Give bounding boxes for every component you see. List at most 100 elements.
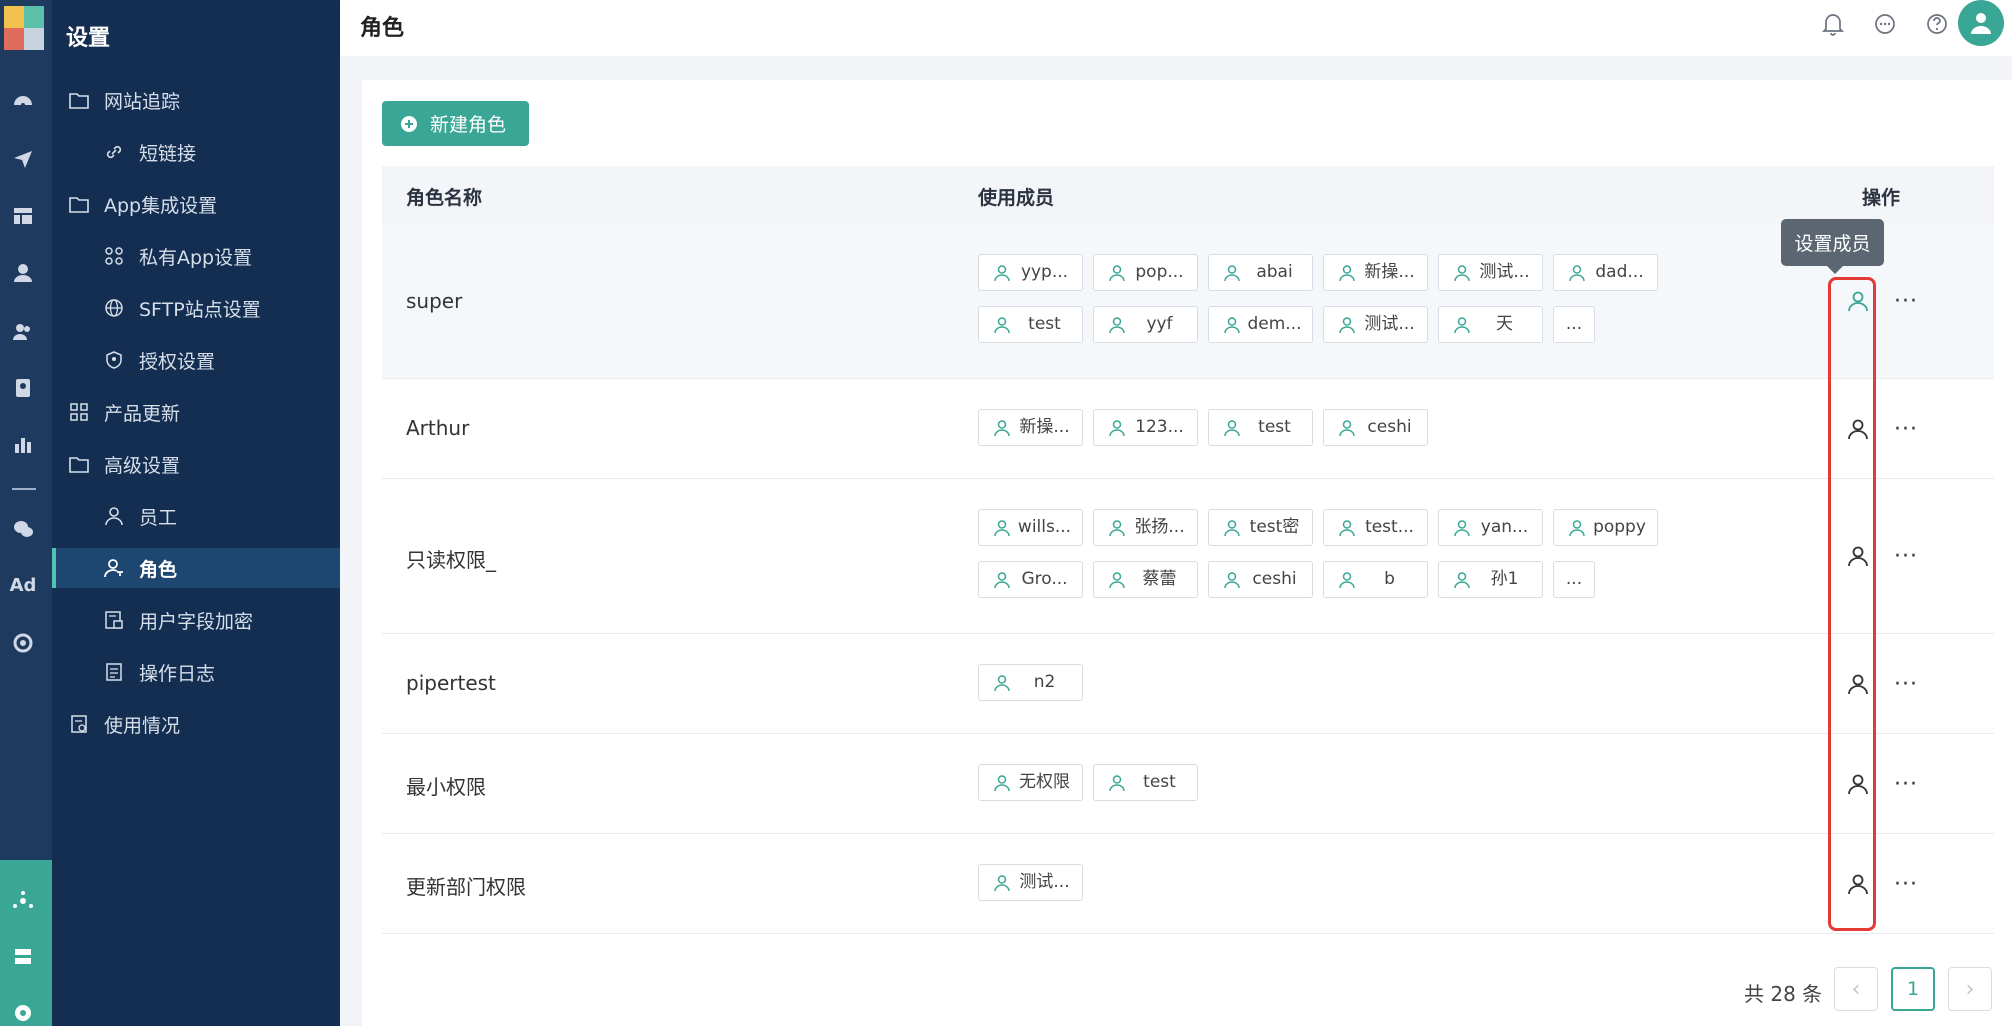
member-user-icon <box>1224 572 1240 589</box>
member-tag[interactable]: 新操... <box>978 409 1083 446</box>
member-user-icon <box>1454 572 1470 589</box>
member-tag[interactable]: n2 <box>978 664 1083 701</box>
badge-icon[interactable] <box>10 375 36 401</box>
member-tag[interactable]: 测试... <box>1323 306 1428 343</box>
avatar-user-icon <box>1971 13 1991 34</box>
more-actions-icon[interactable]: ··· <box>1892 870 1920 898</box>
more-actions-icon[interactable]: ··· <box>1892 770 1920 798</box>
member-tag[interactable]: test <box>978 306 1083 343</box>
more-actions-icon[interactable]: ··· <box>1892 670 1920 698</box>
message-icon[interactable] <box>1872 11 1898 37</box>
page-1-button[interactable]: 1 <box>1891 967 1935 1011</box>
member-name: 123... <box>1135 417 1184 437</box>
layout-icon[interactable] <box>10 203 36 229</box>
member-tag[interactable]: test <box>1093 764 1198 801</box>
member-name: pop... <box>1135 262 1184 282</box>
member-user-icon <box>994 265 1010 282</box>
sidebar-item-website-tracking[interactable]: 网站追踪 <box>52 80 356 120</box>
member-tag[interactable]: 天 <box>1438 306 1543 343</box>
member-tag[interactable]: ceshi <box>1208 561 1313 598</box>
member-tag[interactable]: yyf <box>1093 306 1198 343</box>
member-tag[interactable]: 123... <box>1093 409 1198 446</box>
role-name: 最小权限 <box>406 775 486 799</box>
member-tag[interactable]: test密 <box>1208 509 1313 546</box>
group-icon[interactable] <box>10 318 36 344</box>
bar-chart-icon[interactable] <box>10 432 36 458</box>
member-tag[interactable]: yyp... <box>978 254 1083 291</box>
help-icon[interactable] <box>1924 11 1950 37</box>
member-tag[interactable]: 测试... <box>978 864 1083 901</box>
wechat-icon[interactable] <box>10 516 36 542</box>
member-name: yyf <box>1146 314 1173 334</box>
member-tag[interactable]: 张扬... <box>1093 509 1198 546</box>
member-user-icon <box>1339 520 1355 537</box>
member-tag[interactable]: ceshi <box>1323 409 1428 446</box>
member-tag[interactable]: test <box>1208 409 1313 446</box>
role-name: pipertest <box>406 671 496 695</box>
member-user-icon <box>1224 265 1240 282</box>
member-user-icon <box>1109 420 1125 437</box>
member-tag[interactable]: pop... <box>1093 254 1198 291</box>
member-name: dad... <box>1595 262 1644 282</box>
member-name: ceshi <box>1367 417 1412 437</box>
member-user-icon <box>994 775 1010 792</box>
member-tag[interactable]: b <box>1323 561 1428 598</box>
app-logo-icon <box>4 6 44 50</box>
member-tag[interactable]: 无权限 <box>978 764 1083 801</box>
member-tag[interactable]: 孙1 <box>1438 561 1543 598</box>
member-user-icon <box>1109 520 1125 537</box>
member-tag[interactable]: 新操... <box>1323 254 1428 291</box>
sidebar-item-label: 使用情况 <box>104 714 181 737</box>
folder-icon <box>68 193 90 215</box>
sidebar-item-product-updates[interactable]: 产品更新 <box>52 392 356 432</box>
send-icon[interactable] <box>10 146 36 172</box>
member-name: yyp... <box>1020 262 1069 282</box>
person-icon[interactable] <box>10 260 36 286</box>
sidebar-item-label: 员工 <box>139 506 178 529</box>
more-members-tag[interactable]: ... <box>1553 561 1595 598</box>
member-user-icon <box>1109 572 1125 589</box>
more-members-tag[interactable]: ... <box>1553 306 1595 343</box>
member-user-icon <box>994 675 1010 692</box>
member-user-icon <box>1339 420 1355 437</box>
member-user-icon <box>1454 265 1470 282</box>
member-tag[interactable]: dem... <box>1208 306 1313 343</box>
member-tag[interactable]: poppy <box>1553 509 1658 546</box>
member-tag[interactable]: wills... <box>978 509 1083 546</box>
member-tag[interactable]: Gro... <box>978 561 1083 598</box>
member-name: 测试... <box>1364 314 1415 334</box>
member-tag[interactable]: 蔡蕾 <box>1093 561 1198 598</box>
member-name: 张扬... <box>1134 517 1185 537</box>
sidebar-item-label: App集成设置 <box>104 194 218 217</box>
user-key-icon <box>103 557 125 579</box>
dashboard-icon[interactable] <box>10 88 36 114</box>
more-actions-icon[interactable]: ··· <box>1892 415 1920 443</box>
bell-icon[interactable] <box>1820 11 1846 37</box>
new-role-button[interactable]: 新建角色 <box>382 101 529 146</box>
more-actions-icon[interactable]: ··· <box>1892 287 1920 315</box>
sidebar-item-label: SFTP站点设置 <box>139 298 261 321</box>
member-name: yan... <box>1480 517 1529 537</box>
prev-page-button[interactable]: ‹ <box>1834 967 1878 1011</box>
member-tag[interactable]: yan... <box>1438 509 1543 546</box>
settings-gear-icon[interactable] <box>10 1000 36 1026</box>
sidebar-item-label: 私有App设置 <box>139 246 253 269</box>
network-icon[interactable] <box>10 888 36 914</box>
member-user-icon <box>994 317 1010 334</box>
sidebar-item-usage[interactable]: 使用情况 <box>52 704 356 744</box>
member-tag[interactable]: abai <box>1208 254 1313 291</box>
ad-icon[interactable]: Ad <box>10 572 37 598</box>
more-actions-icon[interactable]: ··· <box>1892 542 1920 570</box>
member-tag[interactable]: dad... <box>1553 254 1658 291</box>
sidebar-item-app-integration[interactable]: App集成设置 <box>52 184 356 224</box>
sync-icon[interactable] <box>10 630 36 656</box>
member-name: n2 <box>1033 672 1056 692</box>
server-icon[interactable] <box>10 944 36 970</box>
icon-rail: Ad <box>0 0 52 1026</box>
member-tag[interactable]: test... <box>1323 509 1428 546</box>
member-name: 蔡蕾 <box>1142 569 1177 589</box>
avatar[interactable] <box>1958 0 2004 46</box>
sidebar-item-advanced[interactable]: 高级设置 <box>52 444 356 484</box>
next-page-button[interactable]: › <box>1948 967 1992 1011</box>
member-tag[interactable]: 测试... <box>1438 254 1543 291</box>
